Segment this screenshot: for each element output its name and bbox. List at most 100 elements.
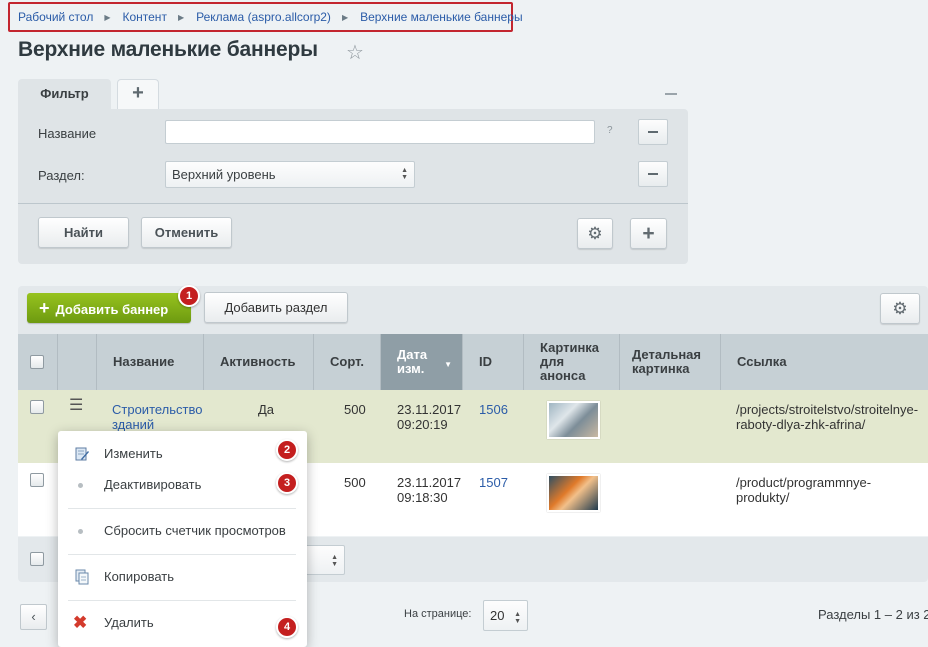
step-badge: 4	[276, 616, 298, 638]
select-arrows-icon: ▲ ▼	[514, 611, 521, 625]
breadcrumb: Рабочий стол ▶ Контент ▶ Реклама (aspro.…	[8, 2, 523, 32]
row-sort: 500	[344, 475, 366, 490]
filter-divider	[18, 203, 688, 204]
column-header-date-label: Дата изм.	[397, 347, 428, 376]
copy-icon	[75, 569, 89, 585]
per-page-select[interactable]: 20 ▲ ▼	[483, 600, 528, 631]
menu-item-deactivate-label: Деактивировать	[104, 477, 202, 492]
actions-column-header	[58, 334, 97, 390]
column-header-date[interactable]: Дата изм. ▼	[381, 334, 463, 390]
filter-name-label: Название	[38, 126, 97, 141]
menu-item-delete-label: Удалить	[104, 615, 154, 630]
add-banner-label: Добавить баннер	[55, 302, 169, 317]
column-header-name[interactable]: Название	[97, 334, 204, 390]
row-id-link[interactable]: 1507	[479, 475, 508, 490]
edit-icon	[75, 447, 89, 461]
filter-section-value: Верхний уровень	[172, 167, 276, 182]
column-header-preview-image-label: Картинка для анонса	[540, 340, 600, 383]
row-link: /projects/stroitelstvo/stroitelnye-rabot…	[736, 402, 919, 432]
row-sort: 500	[344, 402, 366, 417]
star-icon[interactable]: ☆	[346, 40, 364, 65]
menu-item-deactivate[interactable]: Деактивировать	[58, 473, 307, 497]
breadcrumb-item-current[interactable]: Верхние маленькие баннеры	[360, 10, 523, 24]
page-title: Верхние маленькие баннеры	[18, 38, 318, 61]
add-section-button[interactable]: Добавить раздел	[204, 292, 348, 323]
step-badge: 3	[276, 472, 298, 494]
add-field-button[interactable]: +	[630, 218, 667, 249]
breadcrumb-item-ads[interactable]: Реклама (aspro.allcorp2)	[196, 10, 331, 24]
column-header-detail-image-label: Детальная картинка	[632, 347, 701, 376]
chevron-left-icon: ‹	[31, 609, 36, 624]
help-icon[interactable]: ?	[607, 125, 613, 136]
remove-name-field-button[interactable]	[638, 119, 668, 145]
preview-image-thumbnail[interactable]	[547, 474, 600, 512]
row-date: 23.11.2017	[397, 402, 462, 417]
chevron-right-icon: ▶	[104, 12, 111, 22]
menu-item-reset-views-label: Сбросить счетчик просмотров	[104, 523, 286, 538]
cancel-button[interactable]: Отменить	[141, 217, 232, 248]
bullet-icon	[78, 529, 83, 534]
row-time: 09:20:19	[397, 417, 448, 432]
row-checkbox[interactable]	[30, 400, 44, 414]
row-id-link[interactable]: 1506	[479, 402, 508, 417]
breadcrumb-item-content[interactable]: Контент	[122, 10, 166, 24]
filter-settings-button[interactable]: ⚙	[577, 218, 613, 249]
plus-icon: +	[642, 222, 655, 245]
menu-item-copy[interactable]: Копировать	[58, 565, 307, 589]
menu-item-reset-views[interactable]: Сбросить счетчик просмотров	[58, 519, 307, 543]
select-arrows-icon: ▲ ▼	[401, 167, 408, 181]
select-all-cell	[18, 334, 58, 390]
delete-icon: ✖	[73, 613, 88, 632]
tab-filter[interactable]: Фильтр	[18, 79, 111, 110]
column-header-detail-image[interactable]: Детальная картинка	[620, 334, 721, 390]
grid-settings-button[interactable]: ⚙	[880, 293, 920, 324]
row-time: 09:18:30	[397, 490, 448, 505]
sort-down-icon: ▼	[444, 360, 452, 369]
column-header-link[interactable]: Ссылка	[721, 334, 928, 390]
menu-item-delete[interactable]: ✖ Удалить	[58, 611, 307, 635]
minimize-icon[interactable]	[665, 93, 677, 95]
select-all-checkbox[interactable]	[30, 355, 44, 369]
group-action-select[interactable]: ▲ ▼	[303, 545, 345, 575]
plus-icon: +	[132, 82, 144, 104]
row-active: Да	[258, 402, 275, 417]
column-header-sort[interactable]: Сорт.	[314, 334, 381, 390]
gear-icon: ⚙	[892, 299, 908, 318]
filter-name-input[interactable]	[165, 120, 595, 144]
step-badge: 2	[276, 439, 298, 461]
total-count: Разделы 1 – 2 из 2	[818, 607, 928, 622]
per-page-value: 20	[490, 608, 505, 623]
menu-item-edit-label: Изменить	[104, 446, 163, 461]
remove-section-field-button[interactable]	[638, 161, 668, 187]
preview-image-thumbnail[interactable]	[547, 401, 600, 439]
menu-divider	[68, 554, 296, 555]
column-header-activity[interactable]: Активность	[204, 334, 314, 390]
plus-icon: +	[39, 298, 50, 318]
filter-section-select[interactable]: Верхний уровень ▲ ▼	[165, 161, 415, 188]
footer-checkbox[interactable]	[30, 552, 44, 566]
add-filter-tab-button[interactable]: +	[117, 79, 159, 109]
select-arrows-icon: ▲ ▼	[331, 554, 338, 568]
filter-section-label: Раздел:	[38, 168, 85, 183]
menu-item-edit[interactable]: Изменить	[58, 442, 307, 466]
prev-page-button[interactable]: ‹	[20, 604, 47, 630]
find-button[interactable]: Найти	[38, 217, 129, 248]
menu-divider	[68, 508, 296, 509]
row-menu-icon[interactable]: ☰	[69, 398, 83, 414]
step-badge: 1	[178, 285, 200, 307]
row-checkbox[interactable]	[30, 473, 44, 487]
menu-item-copy-label: Копировать	[104, 569, 174, 584]
per-page-label: На странице:	[404, 608, 472, 620]
column-header-preview-image[interactable]: Картинка для анонса	[524, 334, 620, 390]
row-context-menu: Изменить Деактивировать Сбросить счетчик…	[58, 431, 307, 647]
chevron-right-icon: ▶	[177, 12, 185, 22]
add-banner-button[interactable]: + Добавить баннер	[27, 293, 191, 323]
row-link: /product/programmnye-produkty/	[736, 475, 872, 505]
breadcrumb-item-desktop[interactable]: Рабочий стол	[18, 10, 93, 24]
menu-divider	[68, 600, 296, 601]
gear-icon: ⚙	[587, 224, 603, 243]
column-header-id[interactable]: ID	[463, 334, 524, 390]
row-name-link[interactable]: Строительство зданий	[112, 402, 212, 432]
chevron-right-icon: ▶	[341, 12, 349, 22]
bullet-icon	[78, 483, 83, 488]
